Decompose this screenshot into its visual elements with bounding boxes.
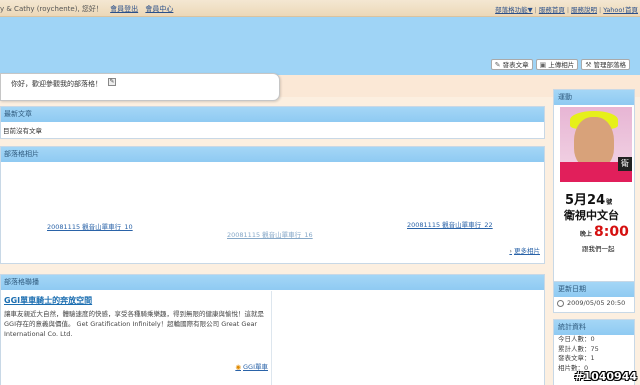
service-help-link[interactable]: 服務說明 xyxy=(571,6,597,14)
blog-links-panel: 部落格聯播 GGI單車騎士的奔放空間 讓車友親近大自然，體驗速度的快感，享受各種… xyxy=(0,274,545,385)
blog-toolbar: ✎ 發表文章 ▣ 上傳相片 ⚒ 管理部落格 xyxy=(490,59,630,70)
post-article-button[interactable]: ✎ 發表文章 xyxy=(490,59,533,70)
ad-tagline: 跟我們一起 xyxy=(582,245,615,253)
logout-link[interactable]: 會員登出 xyxy=(110,5,138,13)
ad-date-unit: 號 xyxy=(606,199,613,206)
post-article-label: 發表文章 xyxy=(502,60,529,69)
photo-caption-1[interactable]: 20081115 觀音山單車行_10 xyxy=(47,221,133,231)
rss-icon: ◉ xyxy=(235,363,241,371)
member-center-link[interactable]: 會員中心 xyxy=(145,5,173,13)
photo-caption-2[interactable]: 20081115 觀音山單車行_16 xyxy=(227,229,313,239)
ad-time: 晚上 8:00 xyxy=(580,224,629,240)
linked-blog-link[interactable]: ◉ GGI單車 xyxy=(235,361,268,371)
topbar-right-links: 部落格功能▼ | 服務首頁 | 服務說明 | Yahoo!首頁 xyxy=(495,6,638,14)
latest-articles-panel: 最新文章 目前沒有文章 xyxy=(0,106,545,139)
welcome-bubble: 你好，歡迎參觀我的部落格！ ✎ xyxy=(0,73,280,101)
wrench-icon: ⚒ xyxy=(585,60,592,69)
no-articles-text: 目前沒有文章 xyxy=(3,127,42,135)
manage-blog-button[interactable]: ⚒ 管理部落格 xyxy=(581,59,630,70)
more-photos-label: 更多相片 xyxy=(514,247,540,255)
pencil-icon: ✎ xyxy=(494,60,501,69)
arrow-right-icon: › xyxy=(509,247,512,255)
yahoo-home-link[interactable]: Yahoo!首頁 xyxy=(603,6,638,14)
linked-blog-link-label: GGI單車 xyxy=(243,363,268,371)
blog-photos-title: 部落格相片 xyxy=(1,147,544,162)
ad-panel-title: 運動 xyxy=(554,90,634,105)
update-date-row: 2009/05/05 20:50 xyxy=(554,297,634,309)
greeting-text: y & Cathy (roychente), 您好！ xyxy=(0,5,103,13)
ad-time-prefix: 晚上 xyxy=(580,231,593,238)
ad-date: 5月24號 xyxy=(565,189,612,208)
update-date-panel: 更新日期 2009/05/05 20:50 xyxy=(553,281,635,313)
column-divider xyxy=(271,291,272,385)
photo-icon: ▣ xyxy=(539,60,547,69)
sports-ad-banner[interactable]: 衛 5月24號 衛視中文台 晚上 8:00 跟我們一起 xyxy=(560,107,632,287)
stat-total: 累計人數：75 xyxy=(558,344,599,353)
clock-icon xyxy=(557,299,564,307)
stats-title: 統計資料 xyxy=(554,320,634,335)
service-home-link[interactable]: 服務首頁 xyxy=(539,6,565,14)
channel-badge: 衛 xyxy=(618,157,632,171)
blog-functions-link[interactable]: 部落格功能▼ xyxy=(495,6,533,14)
photo-caption-3[interactable]: 20081115 觀音山單車行_22 xyxy=(407,219,493,229)
update-date-title: 更新日期 xyxy=(554,282,634,297)
ad-channel: 衛視中文台 xyxy=(564,209,619,222)
linked-blog-title[interactable]: GGI單車騎士的奔放空間 xyxy=(4,295,268,306)
update-date-value: 2009/05/05 20:50 xyxy=(567,299,626,307)
edit-welcome-icon[interactable]: ✎ xyxy=(108,78,116,86)
welcome-text: 你好，歡迎參觀我的部落格！ xyxy=(11,80,102,88)
upload-photo-button[interactable]: ▣ 上傳相片 xyxy=(535,59,579,70)
manage-blog-label: 管理部落格 xyxy=(593,60,627,69)
stat-today: 今日人數：0 xyxy=(558,335,595,343)
upload-photo-label: 上傳相片 xyxy=(548,60,575,69)
more-photos-link[interactable]: › 更多相片 xyxy=(509,245,540,255)
top-bar: y & Cathy (roychente), 您好！ 會員登出 會員中心 部落格… xyxy=(0,0,640,17)
blog-links-title: 部落格聯播 xyxy=(1,275,544,290)
ad-date-value: 5月24 xyxy=(565,193,606,208)
linked-blog-description: 讓車友親近大自然，體驗速度的快感，享受各種騎乘樂趣，得到無限的健康與愉悅！這就是… xyxy=(4,310,264,338)
linked-blog-entry: GGI單車騎士的奔放空間 讓車友親近大自然，體驗速度的快感，享受各種騎乘樂趣，得… xyxy=(4,295,268,371)
stat-articles: 發表文章：1 xyxy=(558,354,595,362)
watermark-id: #1040944 xyxy=(574,370,637,383)
topbar-left: y & Cathy (roychente), 您好！ 會員登出 會員中心 xyxy=(0,4,173,14)
latest-articles-title: 最新文章 xyxy=(1,107,544,122)
ad-time-value: 8:00 xyxy=(594,224,629,240)
blog-photos-panel: 部落格相片 20081115 觀音山單車行_10 20081115 觀音山單車行… xyxy=(0,146,545,264)
